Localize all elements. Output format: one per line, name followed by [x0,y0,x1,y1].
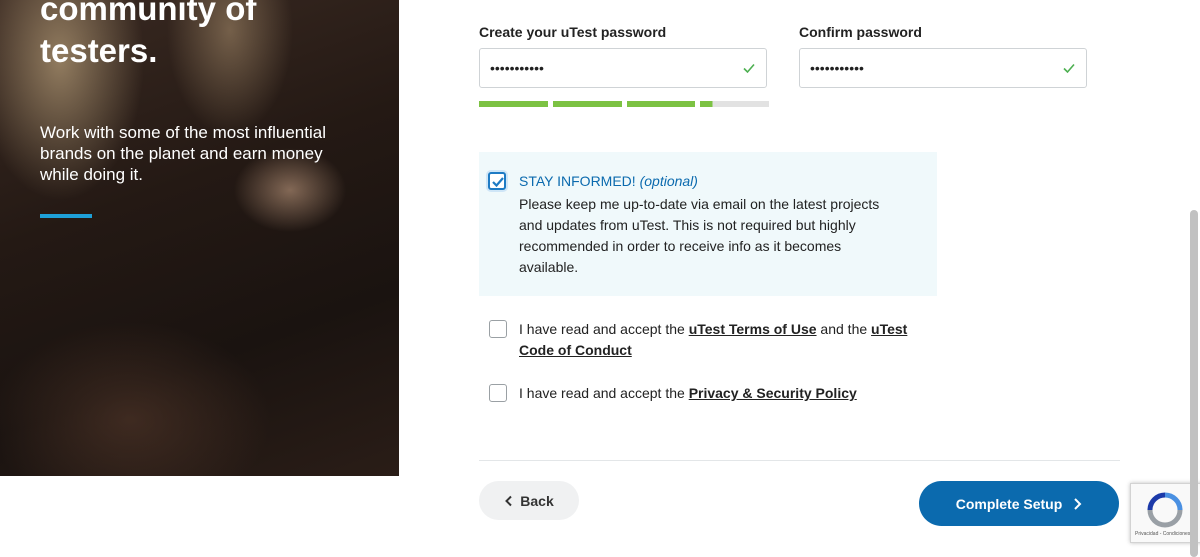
privacy-policy-link[interactable]: Privacy & Security Policy [689,385,857,401]
stay-informed-title: STAY INFORMED! (optional) [519,173,698,189]
valid-check-icon [743,63,755,74]
valid-check-icon [1063,63,1075,74]
chevron-left-icon [505,495,512,506]
optional-tag: (optional) [639,173,698,189]
hero-panel: community of testers. Work with some of … [0,0,399,476]
strength-segment [479,101,548,107]
back-button[interactable]: Back [479,481,579,520]
checkmark-icon [492,177,504,188]
terms-checkbox[interactable] [489,320,507,338]
strength-segment [552,101,622,107]
confirm-password-value: ••••••••••• [810,60,864,76]
privacy-prefix: I have read and accept the [519,385,689,401]
recaptcha-logo-icon [1147,492,1183,528]
stay-informed-heading: STAY INFORMED! [519,173,636,189]
hero-heading: community of testers. [40,0,257,69]
back-button-label: Back [520,492,554,509]
accent-divider [40,214,92,218]
terms-middle: and the [816,321,872,337]
password-input[interactable]: ••••••••••• [479,48,767,88]
password-label: Create your uTest password [479,24,667,40]
privacy-checkbox[interactable] [489,384,507,402]
strength-segment [626,101,696,107]
footer-divider [479,460,1120,461]
terms-prefix: I have read and accept the [519,321,689,337]
stay-informed-checkbox[interactable] [488,172,506,190]
complete-setup-label: Complete Setup [955,495,1063,512]
hero-description: Work with some of the most influential b… [40,123,326,184]
page-scrollbar[interactable] [1190,210,1198,557]
stay-informed-description: Please keep me up-to-date via email on t… [519,196,880,275]
terms-of-use-link[interactable]: uTest Terms of Use [689,321,817,337]
terms-consent-text: I have read and accept the uTest Terms o… [519,319,939,361]
password-value: ••••••••••• [490,60,544,76]
strength-segment [700,101,769,107]
privacy-consent-text: I have read and accept the Privacy & Sec… [519,383,939,404]
recaptcha-links: Privacidad - Condiciones [1135,531,1191,537]
confirm-password-input[interactable]: ••••••••••• [799,48,1087,88]
chevron-right-icon [1074,497,1082,510]
password-strength-meter [479,101,769,107]
confirm-password-label: Confirm password [799,24,922,40]
complete-setup-button[interactable]: Complete Setup [919,481,1119,526]
